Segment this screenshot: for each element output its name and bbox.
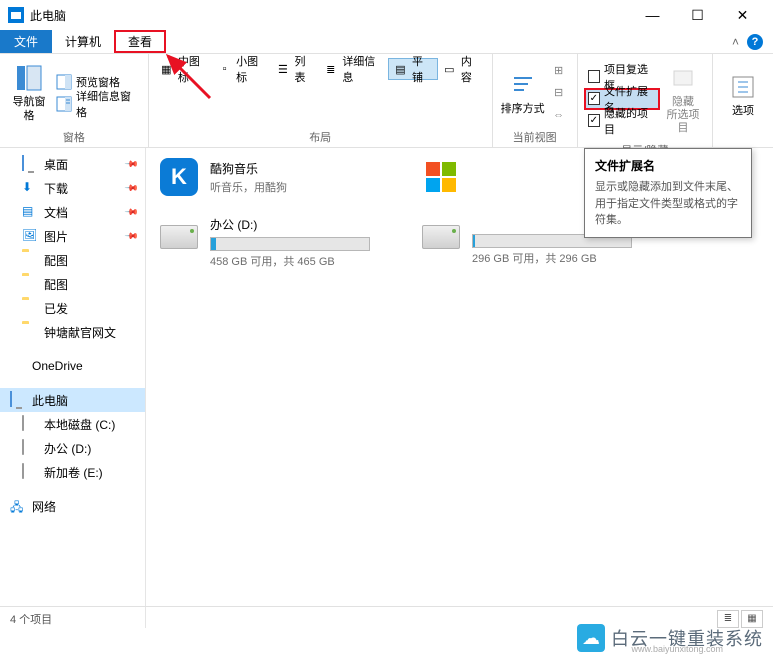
pin-icon: 📌 — [124, 180, 140, 196]
hidden-items-toggle[interactable]: 隐藏的项目 — [584, 110, 660, 132]
sizecolumns-icon: ⇔ — [551, 107, 567, 123]
options-icon — [727, 71, 759, 103]
item-kugou[interactable]: K 酷狗音乐 听音乐，用酷狗 — [158, 156, 370, 198]
sidebar-item-folder[interactable]: 钟塘献官网文 — [0, 320, 145, 344]
sidebar-item-drive-d[interactable]: 办公 (D:) — [0, 436, 145, 460]
layout-tiles[interactable]: ▤平铺 — [388, 58, 438, 80]
details-pane-icon — [56, 96, 72, 112]
close-button[interactable]: ✕ — [720, 1, 765, 29]
ribbon: 导航窗格 预览窗格 详细信息窗格 窗格 ▦中图标 ▫小图标 ☰列表 ≣详细信息 … — [0, 54, 773, 148]
ribbon-group-options: 选项 — [713, 54, 773, 147]
drive-icon — [22, 440, 38, 456]
sidebar-item-folder[interactable]: 配图 — [0, 272, 145, 296]
ribbon-group-currentview: 排序方式 ⊞ ⊟ ⇔ 当前视图 — [493, 54, 578, 147]
layout-details[interactable]: ≣详细信息 — [319, 58, 388, 80]
kugou-icon: K — [160, 158, 198, 196]
maximize-button[interactable]: ☐ — [675, 1, 720, 29]
main-item-view: K 酷狗音乐 听音乐，用酷狗 办公 (D:) 458 GB 可用，共 465 G… — [146, 148, 773, 628]
drive-icon — [22, 464, 38, 480]
folder-icon — [22, 300, 38, 316]
ribbon-group-layout: ▦中图标 ▫小图标 ☰列表 ≣详细信息 ▤平铺 ▭内容 布局 — [149, 54, 493, 147]
addcolumn-button[interactable]: ⊟ — [547, 82, 571, 104]
addcolumn-icon: ⊟ — [551, 85, 567, 101]
tooltip-title: 文件扩展名 — [595, 157, 741, 174]
sidebar-item-pictures[interactable]: 🖼图片📌 — [0, 224, 145, 248]
layout-medium-icons[interactable]: ▦中图标 — [155, 58, 213, 80]
layout-small-icons[interactable]: ▫小图标 — [213, 58, 271, 80]
thispc-icon — [10, 392, 26, 408]
network-icon: 🖧 — [10, 498, 26, 514]
sidebar-item-folder[interactable]: 配图 — [0, 248, 145, 272]
sidebar-item-onedrive[interactable]: OneDrive — [0, 354, 145, 378]
status-item-count: 4 个项目 — [10, 611, 52, 627]
drive-icon — [22, 416, 38, 432]
preview-pane-icon — [56, 74, 72, 90]
layout-list[interactable]: ☰列表 — [271, 58, 319, 80]
nav-pane-icon — [13, 62, 45, 94]
tiles-icon: ▤ — [393, 61, 408, 77]
navigation-sidebar: 桌面📌 ⬇下载📌 ▤文档📌 🖼图片📌 配图 配图 已发 钟塘献官网文 OneDr… — [0, 148, 146, 628]
sidebar-item-desktop[interactable]: 桌面📌 — [0, 152, 145, 176]
sidebar-item-folder[interactable]: 已发 — [0, 296, 145, 320]
options-button[interactable]: 选项 — [719, 58, 767, 131]
groupby-button[interactable]: ⊞ — [547, 60, 571, 82]
sidebar-item-drive-c[interactable]: 本地磁盘 (C:) — [0, 412, 145, 436]
help-icon[interactable]: ? — [747, 34, 763, 50]
pin-icon: 📌 — [124, 204, 140, 220]
tab-file[interactable]: 文件 — [0, 30, 52, 53]
documents-icon: ▤ — [22, 204, 38, 220]
folder-icon — [22, 252, 38, 268]
hide-selected-button[interactable]: 隐藏所选项目 — [660, 58, 706, 140]
desktop-icon — [22, 156, 38, 172]
titlebar: 此电脑 — ☐ ✕ — [0, 0, 773, 30]
drive-icon — [422, 225, 460, 249]
checkbox-checked-icon — [588, 114, 600, 127]
onedrive-icon — [10, 358, 26, 374]
tooltip-file-extensions: 文件扩展名 显示或隐藏添加到文件末尾、用于指定文件类型或格式的字符集。 — [584, 148, 752, 238]
sizecolumns-button[interactable]: ⇔ — [547, 104, 571, 126]
sidebar-item-downloads[interactable]: ⬇下载📌 — [0, 176, 145, 200]
hide-icon — [667, 62, 699, 94]
watermark: ☁ 白云一键重装系统 www.baiyunxitong.com — [577, 624, 763, 652]
ribbon-group-showhide: 项目复选框 文件扩展名 隐藏的项目 隐藏所选项目 显示/隐藏 — [578, 54, 713, 147]
details-icon: ≣ — [323, 61, 338, 77]
folder-icon — [22, 324, 38, 340]
sidebar-item-network[interactable]: 🖧网络 — [0, 494, 145, 518]
drive-icon — [160, 225, 198, 249]
groupby-icon: ⊞ — [551, 63, 567, 79]
thispc-icon — [8, 7, 24, 23]
window-title: 此电脑 — [30, 7, 630, 24]
minimize-button[interactable]: — — [630, 1, 675, 29]
medium-icons-icon: ▦ — [159, 61, 174, 77]
tab-view[interactable]: 查看 — [114, 30, 166, 53]
sidebar-item-thispc[interactable]: 此电脑 — [0, 388, 145, 412]
small-icons-icon: ▫ — [217, 61, 232, 77]
pin-icon: 📌 — [124, 156, 140, 172]
pictures-icon: 🖼 — [22, 228, 38, 244]
sort-icon — [507, 69, 539, 101]
ribbon-group-panes: 导航窗格 预览窗格 详细信息窗格 窗格 — [0, 54, 149, 147]
content-icon: ▭ — [442, 61, 457, 77]
item-drive-d[interactable]: 办公 (D:) 458 GB 可用，共 465 GB — [158, 216, 370, 269]
menubar: 文件 计算机 查看 ˄ ? — [0, 30, 773, 54]
windows-flag-icon — [426, 162, 456, 192]
folder-icon — [22, 276, 38, 292]
list-icon: ☰ — [275, 61, 290, 77]
sidebar-item-drive-e[interactable]: 新加卷 (E:) — [0, 460, 145, 484]
tab-computer[interactable]: 计算机 — [52, 30, 114, 53]
details-pane-button[interactable]: 详细信息窗格 — [52, 93, 142, 115]
pin-icon: 📌 — [124, 228, 140, 244]
watermark-logo-icon: ☁ — [577, 624, 605, 652]
content-area: 桌面📌 ⬇下载📌 ▤文档📌 🖼图片📌 配图 配图 已发 钟塘献官网文 OneDr… — [0, 148, 773, 628]
checkbox-icon — [588, 70, 600, 83]
downloads-icon: ⬇ — [22, 180, 38, 196]
sidebar-item-documents[interactable]: ▤文档📌 — [0, 200, 145, 224]
drive-usage-bar — [210, 237, 370, 251]
sort-button[interactable]: 排序方式 — [499, 58, 547, 127]
nav-pane-button[interactable]: 导航窗格 — [6, 58, 52, 127]
tooltip-body: 显示或隐藏添加到文件末尾、用于指定文件类型或格式的字符集。 — [595, 179, 741, 229]
checkbox-checked-icon — [588, 92, 600, 105]
ribbon-toggle-icon[interactable]: ˄ — [732, 35, 739, 49]
layout-content[interactable]: ▭内容 — [438, 58, 486, 80]
